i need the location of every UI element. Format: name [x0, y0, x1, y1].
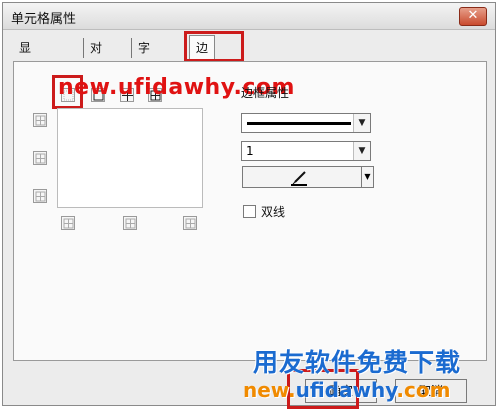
window-title: 单元格属性: [11, 12, 77, 27]
left-border-icon[interactable]: [61, 216, 75, 230]
border-color-dropdown[interactable]: ▼: [362, 166, 374, 188]
middle-vertical-border-icon[interactable]: [123, 216, 137, 230]
cell-properties-dialog: 单元格属性 ✕ 显示格式 对齐 字体 边框 new.ufidawhy.com: [2, 2, 496, 409]
chevron-down-icon[interactable]: ▼: [353, 142, 370, 160]
bottom-border-icon[interactable]: [33, 189, 47, 203]
url-watermark: new.ufidawhy.com: [243, 378, 450, 402]
chevron-down-icon[interactable]: ▼: [353, 114, 370, 132]
tab-highlight-box: [184, 31, 244, 62]
pen-icon: [291, 171, 307, 186]
close-icon[interactable]: ✕: [459, 7, 487, 26]
download-watermark: 用友软件免费下载: [253, 348, 462, 377]
url-watermark-mid: ufidawhy: [295, 378, 397, 402]
right-border-icon[interactable]: [183, 216, 197, 230]
url-watermark-left: new.: [243, 378, 296, 402]
double-line-checkbox[interactable]: [243, 205, 256, 218]
title-bar[interactable]: 单元格属性 ✕: [3, 3, 495, 30]
tab-display-format[interactable]: 显示格式: [13, 38, 37, 115]
line-width-value: 1: [246, 144, 254, 158]
tab-alignment[interactable]: 对齐: [83, 38, 108, 75]
line-width-select[interactable]: 1 ▼: [241, 141, 371, 161]
middle-horizontal-border-icon[interactable]: [33, 151, 47, 165]
top-border-icon[interactable]: [33, 113, 47, 127]
double-line-label: 双线: [261, 205, 286, 219]
line-style-preview: [247, 122, 351, 125]
tab-font[interactable]: 字体: [131, 38, 156, 75]
border-properties-label: 边框属性: [241, 86, 290, 100]
url-watermark-right: .com: [396, 378, 451, 402]
line-style-select[interactable]: ▼: [241, 113, 371, 133]
border-color-button[interactable]: [242, 166, 362, 188]
border-preview-area[interactable]: [57, 108, 203, 208]
